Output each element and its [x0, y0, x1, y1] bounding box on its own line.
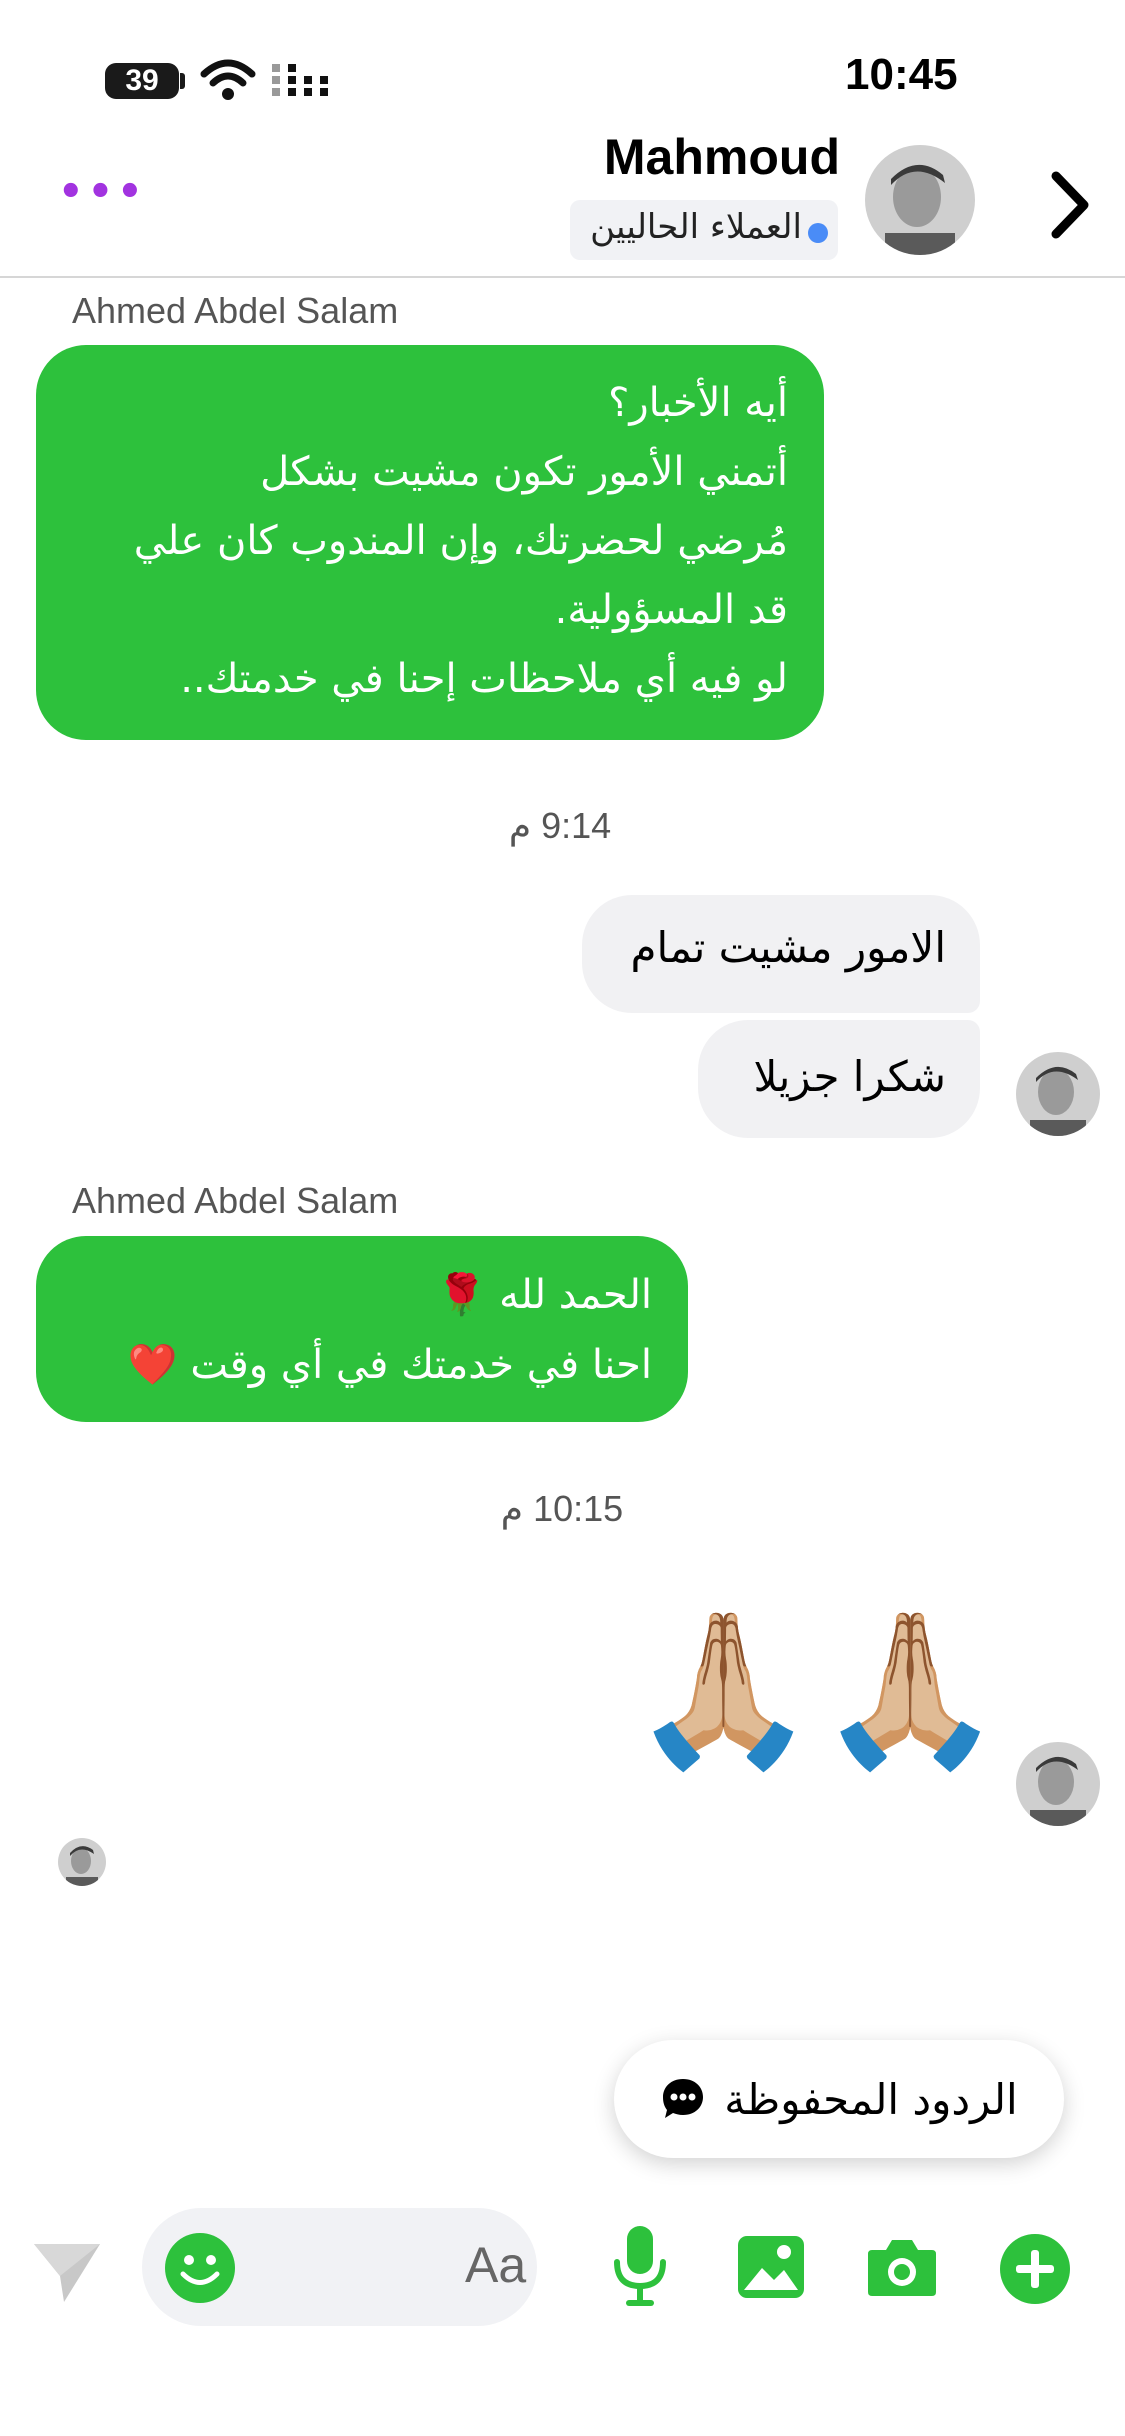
message-line: قد المسؤولية. [554, 587, 788, 633]
send-icon[interactable] [30, 2236, 104, 2306]
header-divider [0, 276, 1125, 278]
saved-replies-label: الردود المحفوظة [724, 2074, 1018, 2124]
message-line: أتمني الأمور تكون مشيت بشكل [260, 449, 788, 495]
label-tag-text: العملاء الحاليين [590, 207, 802, 247]
avatar[interactable] [865, 145, 975, 255]
back-icon[interactable] [1048, 170, 1092, 240]
sender-name: Ahmed Abdel Salam [72, 290, 399, 331]
microphone-icon[interactable] [610, 2222, 670, 2312]
wifi-icon [200, 59, 256, 100]
status-time: 10:45 [845, 50, 958, 99]
read-receipt-avatar [1016, 1052, 1100, 1136]
seen-avatar [58, 1838, 106, 1886]
message-bubble-incoming[interactable]: أيه الأخبار؟ أتمني الأمور تكون مشيت بشكل… [36, 345, 824, 740]
emoji-icon[interactable] [163, 2231, 237, 2305]
timestamp: 9:14 م [508, 805, 612, 846]
battery-icon: 39 [105, 63, 179, 99]
signal-icon [272, 64, 328, 96]
message-bubble-outgoing[interactable]: شكرا جزيلا [698, 1020, 980, 1138]
message-bubble-outgoing[interactable]: الامور مشيت تمام [582, 895, 980, 1013]
message-line: لو فيه أي ملاحظات إحنا في خدمتك.. [180, 656, 788, 702]
battery-level: 39 [125, 64, 159, 97]
add-icon[interactable] [998, 2232, 1072, 2306]
chat-bubble-icon [663, 2079, 704, 2118]
emoji-message[interactable]: 🙏🏼🙏🏼 [630, 1605, 1004, 1775]
message-line: مُرضي لحضرتك، وإن المندوب كان علي [133, 518, 788, 564]
contact-name[interactable]: Mahmoud [590, 128, 840, 186]
saved-replies-button[interactable]: الردود المحفوظة [614, 2040, 1064, 2158]
timestamp: 10:15 م [500, 1488, 624, 1529]
read-receipt-avatar [1016, 1742, 1100, 1826]
message-line: أيه الأخبار؟ [608, 380, 788, 426]
message-bubble-incoming[interactable]: الحمد لله 🌹 احنا في خدمتك في أي وقت ❤️ [36, 1236, 688, 1422]
more-icon[interactable]: ••• [58, 172, 147, 212]
message-line: احنا في خدمتك في أي وقت ❤️ [127, 1342, 652, 1388]
gallery-icon[interactable] [736, 2234, 806, 2300]
battery-nub [180, 73, 185, 89]
tag-dot-icon [808, 223, 828, 243]
message-input-placeholder: Aa [465, 2237, 527, 2293]
sender-name: Ahmed Abdel Salam [72, 1180, 399, 1221]
message-line: الحمد لله 🌹 [436, 1272, 652, 1318]
camera-icon[interactable] [866, 2236, 938, 2298]
